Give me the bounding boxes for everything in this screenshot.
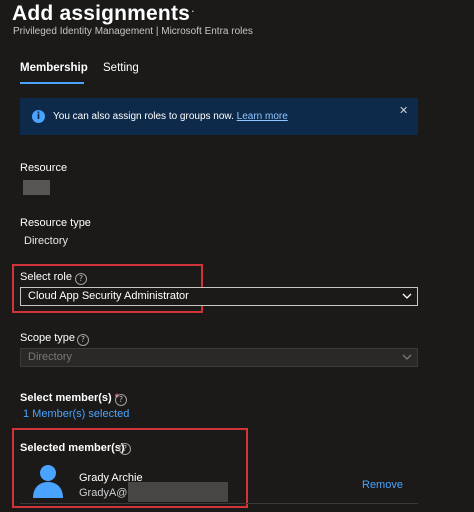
active-tab-indicator [20, 82, 84, 84]
more-options-button[interactable]: ··· [180, 3, 196, 18]
help-icon[interactable]: ? [77, 334, 89, 346]
scope-type-value: Directory [28, 351, 73, 363]
members-selected-link[interactable]: 1 Member(s) selected [23, 408, 129, 420]
select-members-label: Select member(s) * [20, 392, 119, 404]
learn-more-link[interactable]: Learn more [237, 111, 288, 122]
resource-value-redacted [23, 180, 50, 195]
select-role-value: Cloud App Security Administrator [28, 290, 189, 302]
page-title: Add assignments [12, 2, 191, 25]
help-icon[interactable]: ? [119, 443, 131, 455]
close-icon[interactable]: ✕ [399, 104, 408, 117]
resource-type-value: Directory [24, 235, 69, 247]
select-members-label-text: Select member(s) [20, 392, 112, 404]
member-email-redacted [128, 482, 228, 502]
help-icon[interactable]: ? [75, 273, 87, 285]
breadcrumb: Privileged Identity Management | Microso… [13, 26, 253, 37]
resource-type-label: Resource type [20, 217, 91, 229]
resource-label: Resource [20, 162, 68, 174]
chevron-down-icon [402, 293, 412, 299]
user-avatar-icon [33, 465, 63, 498]
help-icon[interactable]: ? [115, 394, 127, 406]
info-icon: i [32, 110, 45, 123]
scope-type-dropdown: Directory [20, 348, 418, 367]
selected-members-label: Selected member(s) [20, 442, 125, 454]
tab-setting[interactable]: Setting [103, 62, 139, 74]
chevron-down-icon [402, 354, 412, 360]
info-banner-text: You can also assign roles to groups now. [53, 111, 234, 122]
info-banner-message: You can also assign roles to groups now.… [53, 111, 288, 122]
remove-member-link[interactable]: Remove [362, 479, 403, 491]
tab-membership[interactable]: Membership [20, 62, 88, 74]
row-divider [20, 503, 418, 504]
select-role-dropdown[interactable]: Cloud App Security Administrator [20, 287, 418, 306]
select-role-label: Select role [20, 271, 72, 283]
member-email: GradyA@ [79, 487, 128, 499]
scope-type-label: Scope type [20, 332, 76, 344]
